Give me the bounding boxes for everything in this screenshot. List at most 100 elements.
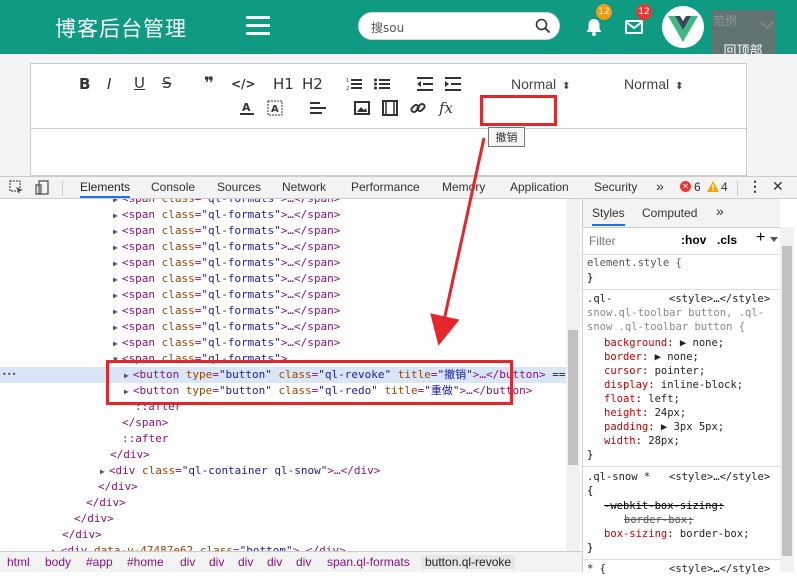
tab-sources[interactable]: Sources xyxy=(217,180,261,194)
font-select[interactable]: Normal ⬍ xyxy=(511,76,571,92)
warning-count[interactable]: 4 xyxy=(721,180,728,194)
collapsed-triangle-icon[interactable]: ▶ xyxy=(113,199,118,204)
breadcrumb-item[interactable]: html xyxy=(7,555,30,569)
css-property[interactable]: background: ▶ none; xyxy=(604,336,724,350)
strike-button[interactable]: S xyxy=(162,74,172,92)
blockquote-button[interactable]: ❞ xyxy=(204,74,214,94)
italic-button[interactable]: I xyxy=(107,75,111,93)
menu-toggle-icon[interactable] xyxy=(246,16,270,36)
outdent-icon[interactable] xyxy=(417,77,433,91)
dom-node[interactable]: ▶<span class="ql-formats">…</span> xyxy=(0,207,566,223)
code-block-button[interactable]: </> xyxy=(231,77,256,91)
styles-filter-input[interactable] xyxy=(587,231,671,251)
breadcrumb-item[interactable]: div xyxy=(209,555,224,569)
avatar[interactable] xyxy=(662,6,704,48)
tab-security[interactable]: Security xyxy=(594,180,637,194)
dom-node[interactable]: </div> xyxy=(0,479,566,495)
collapsed-triangle-icon[interactable]: ▶ xyxy=(113,259,118,268)
breadcrumb-item[interactable]: div xyxy=(267,555,282,569)
more-tabs-button[interactable]: » xyxy=(656,178,664,194)
rule3-source-link[interactable]: <style>…</style> xyxy=(669,562,770,576)
dropdown-arrow-icon[interactable] xyxy=(770,237,778,242)
link-icon[interactable] xyxy=(410,100,426,116)
hover-state-toggle[interactable]: :hov xyxy=(681,233,706,247)
dom-node[interactable]: ▶<span class="ql-formats">…</span> xyxy=(0,255,566,271)
dom-node[interactable]: </div> xyxy=(0,495,566,511)
dom-node[interactable]: </span> xyxy=(0,415,566,431)
collapsed-triangle-icon[interactable]: ▶ xyxy=(113,211,118,220)
dom-node[interactable]: ▶ <div class="ql-container ql-snow">…</di… xyxy=(0,463,566,479)
inspect-element-icon[interactable] xyxy=(9,180,24,195)
breadcrumb-item[interactable]: div xyxy=(238,555,253,569)
formula-button[interactable]: fx xyxy=(439,99,453,117)
collapsed-triangle-icon[interactable]: ▶ xyxy=(100,467,105,476)
search-icon[interactable] xyxy=(535,18,551,34)
bold-button[interactable]: B xyxy=(79,75,90,93)
breadcrumb-item[interactable]: #app xyxy=(86,555,113,569)
node-actions-icon[interactable]: ••• xyxy=(2,367,16,383)
device-toolbar-icon[interactable] xyxy=(35,180,50,195)
dom-node[interactable]: ▶<span class="ql-formats">…</span> xyxy=(0,303,566,319)
collapsed-triangle-icon[interactable]: ▶ xyxy=(113,275,118,284)
tab-application[interactable]: Application xyxy=(510,180,569,194)
background-color-icon[interactable]: A xyxy=(267,100,283,116)
revoke-button-highlight[interactable] xyxy=(480,95,557,126)
dom-node[interactable]: ▶<div data-v-47487e62 class="bottom">…</… xyxy=(0,543,566,551)
css-property[interactable]: float: left; xyxy=(604,392,680,406)
collapsed-triangle-icon[interactable]: ▶ xyxy=(113,307,118,316)
css-property[interactable]: width: 28px; xyxy=(604,434,680,448)
tab-network[interactable]: Network xyxy=(282,180,326,194)
css-property[interactable]: display: inline-block; xyxy=(604,378,743,392)
image-icon[interactable] xyxy=(354,101,370,115)
tab-console[interactable]: Console xyxy=(151,180,195,194)
tab-computed[interactable]: Computed xyxy=(642,206,697,220)
search-input[interactable] xyxy=(369,17,533,37)
breadcrumb-item[interactable]: button.ql-revoke xyxy=(421,555,516,569)
element-style-selector[interactable]: element.style { xyxy=(587,256,682,270)
dom-node[interactable]: ▶<span class="ql-formats">…</span> xyxy=(0,271,566,287)
indent-icon[interactable] xyxy=(445,77,461,91)
styles-scrollbar-thumb[interactable] xyxy=(782,246,792,556)
tab-elements[interactable]: Elements xyxy=(80,180,131,198)
video-icon[interactable] xyxy=(382,100,398,116)
search-box[interactable] xyxy=(358,12,560,40)
dom-node[interactable]: ▶<span class="ql-formats">…</span> xyxy=(0,199,566,207)
underline-button[interactable]: U xyxy=(134,74,145,92)
class-toggle[interactable]: .cls xyxy=(717,233,737,247)
devtools-menu-icon[interactable]: ⋮ xyxy=(748,178,762,195)
dom-node[interactable]: ▶<span class="ql-formats">…</span> xyxy=(0,223,566,239)
dom-node[interactable]: </div> xyxy=(0,447,566,463)
collapsed-triangle-icon[interactable]: ▶ xyxy=(113,323,118,332)
breadcrumb-item[interactable]: div xyxy=(180,555,195,569)
breadcrumb-item[interactable]: span.ql-formats xyxy=(327,555,410,569)
breadcrumb-item[interactable]: #home xyxy=(127,555,164,569)
close-devtools-icon[interactable]: ✕ xyxy=(772,178,784,195)
struck-property[interactable]: -webkit-box-sizing: xyxy=(604,499,724,513)
box-sizing-property[interactable]: box-sizing: border-box; xyxy=(604,527,749,541)
size-select[interactable]: Normal ⬍ xyxy=(624,76,684,92)
dom-node[interactable]: </div> xyxy=(0,527,566,543)
dom-node[interactable]: ▶<span class="ql-formats">…</span> xyxy=(0,239,566,255)
more-panes-button[interactable]: » xyxy=(716,203,724,219)
tab-styles[interactable]: Styles xyxy=(592,206,625,226)
bullet-list-icon[interactable] xyxy=(374,77,390,91)
rule2-source-link[interactable]: <style>…</style> xyxy=(669,470,770,484)
collapsed-triangle-icon[interactable]: ▶ xyxy=(113,227,118,236)
dom-node[interactable]: ▶<span class="ql-formats">…</span> xyxy=(0,287,566,303)
dom-node[interactable]: ▶<span class="ql-formats">…</span> xyxy=(0,319,566,335)
add-rule-button[interactable]: + xyxy=(756,229,765,247)
ordered-list-icon[interactable]: 12 xyxy=(346,77,362,91)
collapsed-triangle-icon[interactable]: ▶ xyxy=(113,291,118,300)
tree-scrollbar-thumb[interactable] xyxy=(568,330,578,465)
rule1-source-link[interactable]: <style>…</style> xyxy=(669,292,770,306)
text-color-icon[interactable]: A xyxy=(239,100,255,116)
tab-memory[interactable]: Memory xyxy=(442,180,485,194)
breadcrumb-item[interactable]: div xyxy=(296,555,311,569)
collapsed-triangle-icon[interactable]: ▶ xyxy=(113,243,118,252)
css-property[interactable]: border: ▶ none; xyxy=(604,350,699,364)
css-property[interactable]: padding: ▶ 3px 5px; xyxy=(604,420,724,434)
header1-button[interactable]: H1 xyxy=(273,75,294,93)
error-count[interactable]: 6 xyxy=(694,180,701,194)
tab-performance[interactable]: Performance xyxy=(351,180,420,194)
dom-node[interactable]: </div> xyxy=(0,511,566,527)
